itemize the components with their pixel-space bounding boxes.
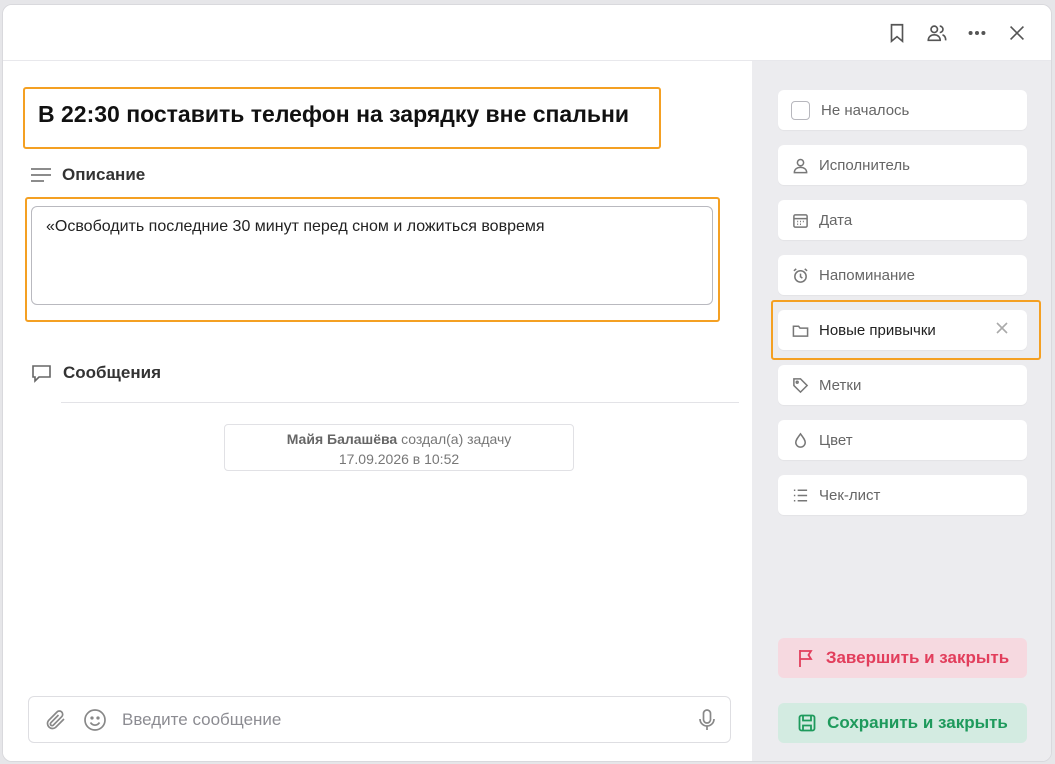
tags-label: Метки [819, 376, 862, 394]
messages-divider [61, 402, 739, 403]
bookmark-icon[interactable] [885, 21, 909, 45]
description-icon [31, 168, 51, 182]
finish-label: Завершить и закрыть [825, 648, 1010, 667]
emoji-icon[interactable] [83, 708, 107, 732]
microphone-icon[interactable] [695, 708, 719, 732]
color-selector[interactable]: Цвет [778, 420, 1027, 460]
checklist-icon [791, 486, 809, 504]
window-header [3, 5, 1051, 61]
user-icon [791, 156, 809, 174]
header-actions [885, 21, 1029, 45]
status-selector[interactable]: Не началось [778, 90, 1027, 130]
checklist-selector[interactable]: Чек-лист [778, 475, 1027, 515]
chat-bubble-icon [32, 365, 51, 383]
color-label: Цвет [819, 431, 853, 449]
save-label: Сохранить и закрыть [827, 713, 1008, 732]
description-label: Описание [62, 165, 146, 184]
description-header: Описание [30, 165, 145, 185]
assignee-selector[interactable]: Исполнитель [778, 145, 1027, 185]
date-selector[interactable]: Дата [778, 200, 1027, 240]
more-icon[interactable] [965, 21, 989, 45]
messages-header: Сообщения [31, 363, 161, 383]
task-sidebar: Не началось Исполнитель Дата Напоминание [752, 61, 1051, 761]
tag-icon [791, 376, 809, 394]
reminder-selector[interactable]: Напоминание [778, 255, 1027, 295]
description-field[interactable]: «Освободить последние 30 минут перед сно… [31, 206, 713, 305]
tags-selector[interactable]: Метки [778, 365, 1027, 405]
message-composer [28, 696, 731, 743]
close-icon[interactable] [1005, 21, 1029, 45]
finish-and-close-button[interactable]: Завершить и закрыть [778, 638, 1027, 678]
save-icon [798, 714, 816, 732]
message-input[interactable] [122, 705, 682, 735]
status-label: Не началось [821, 101, 910, 119]
task-window: В 22:30 поставить телефон на зарядку вне… [2, 4, 1052, 762]
status-checkbox[interactable] [791, 100, 810, 120]
task-main-panel: В 22:30 поставить телефон на зарядку вне… [3, 61, 752, 761]
date-label: Дата [819, 211, 853, 229]
event-author: Майя Балашёва [286, 431, 398, 447]
participants-icon[interactable] [925, 21, 949, 45]
project-selector[interactable]: Новые привычки [778, 310, 1027, 350]
event-summary: Майя Балашёва создал(а) задачу [225, 429, 573, 449]
task-title[interactable]: В 22:30 поставить телефон на зарядку вне… [38, 101, 629, 128]
save-and-close-button[interactable]: Сохранить и закрыть [778, 703, 1027, 743]
assignee-label: Исполнитель [819, 156, 910, 174]
calendar-icon [791, 211, 809, 229]
clear-project-icon[interactable] [995, 321, 1013, 339]
title-highlight: В 22:30 поставить телефон на зарядку вне… [23, 87, 661, 149]
alarm-clock-icon [791, 266, 809, 284]
folder-icon [791, 321, 809, 339]
messages-label: Сообщения [63, 363, 161, 382]
description-highlight: «Освободить последние 30 минут перед сно… [25, 197, 720, 322]
drop-icon [791, 431, 809, 449]
attachment-icon[interactable] [44, 708, 68, 732]
checklist-label: Чек-лист [819, 486, 881, 504]
project-label: Новые привычки [819, 321, 936, 339]
event-action: создал(а) задачу [401, 431, 512, 447]
task-created-event: Майя Балашёва создал(а) задачу 17.09.202… [224, 424, 574, 471]
flag-icon [798, 650, 813, 667]
reminder-label: Напоминание [819, 266, 915, 284]
event-datetime: 17.09.2026 в 10:52 [338, 451, 460, 467]
